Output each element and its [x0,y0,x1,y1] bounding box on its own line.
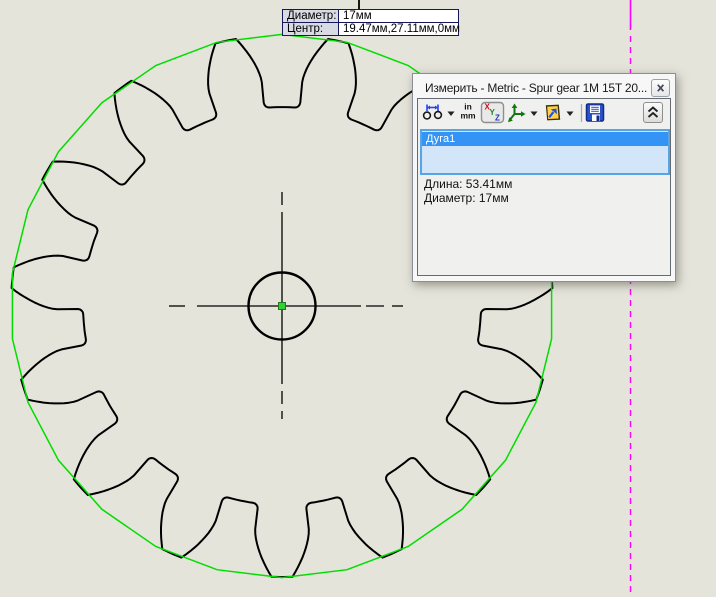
svg-text:mm: mm [460,111,476,121]
svg-text:Z: Z [495,114,500,123]
